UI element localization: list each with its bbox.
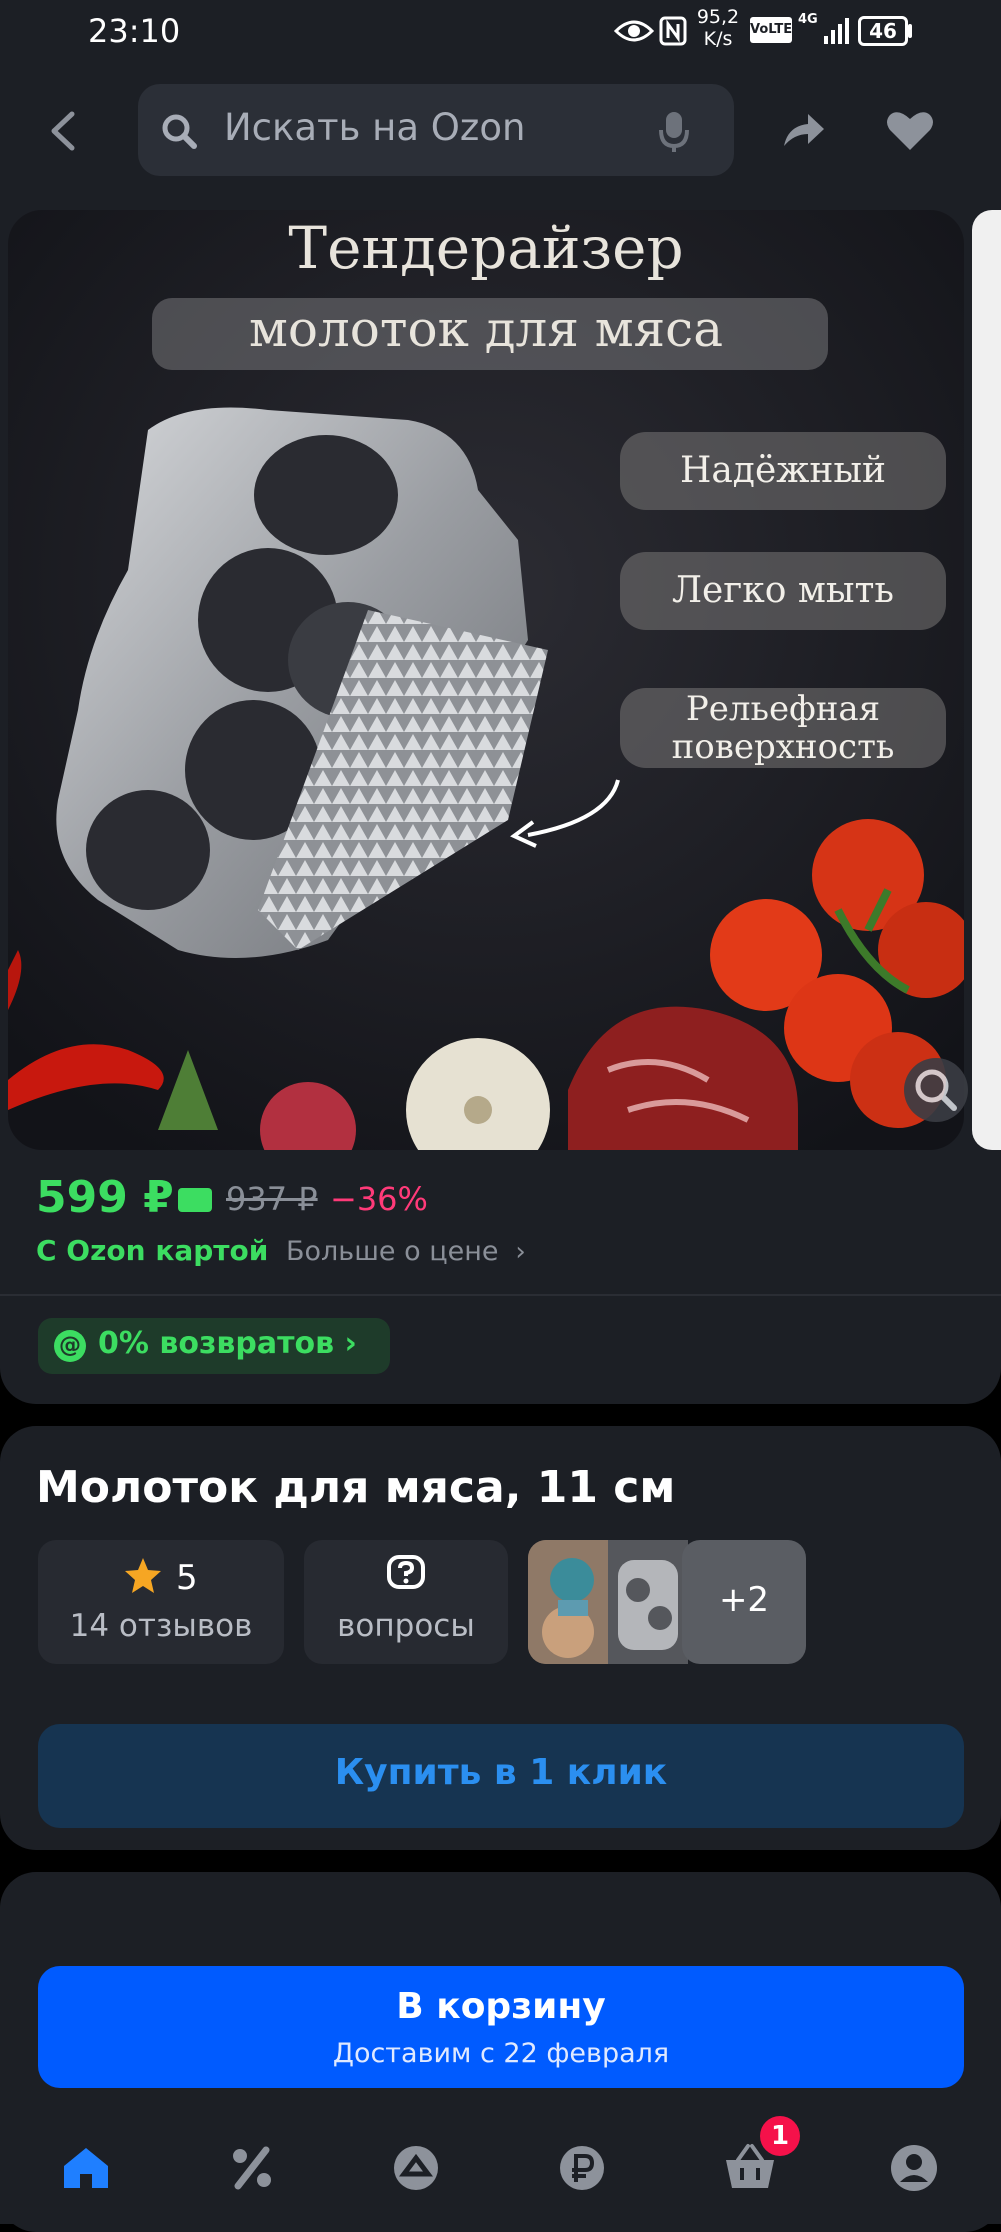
eye-icon — [612, 14, 656, 48]
ruble-icon — [560, 2146, 604, 2190]
net-speed: 95,2 K/s — [696, 6, 740, 50]
image-title: Тендерайзер — [288, 214, 684, 282]
product-main-image[interactable]: Тендерайзер молоток для мяса Надёжный Ле… — [8, 210, 964, 1150]
price-current: 599 ₽ — [36, 1172, 174, 1223]
favorite-button[interactable] — [884, 104, 936, 156]
fresh-icon — [394, 2146, 438, 2190]
price-old: 937 ₽ — [226, 1180, 318, 1218]
ozon-card-label: С Ozon картой — [36, 1234, 269, 1267]
question-icon — [386, 1554, 426, 1598]
home-icon — [64, 2148, 108, 2188]
add-to-cart-label: В корзину — [396, 1986, 606, 2027]
microphone-icon[interactable] — [658, 110, 690, 158]
divider — [0, 1294, 1001, 1296]
profile-icon — [891, 2145, 937, 2191]
battery-icon: 46 — [858, 16, 908, 46]
ozon-card-icon — [178, 1188, 212, 1212]
back-button[interactable] — [42, 106, 88, 156]
heart-icon — [887, 112, 933, 150]
feature-pill-reliable: Надёжный — [620, 432, 946, 510]
percent-circle-icon: @ — [54, 1330, 86, 1362]
more-about-price-label: Больше о цене — [286, 1236, 499, 1267]
share-icon — [784, 114, 824, 146]
more-photos-count: +2 — [718, 1580, 770, 1620]
nav-fresh[interactable] — [388, 2140, 444, 2196]
cart-count-badge: 1 — [760, 2116, 800, 2156]
visual-search-button[interactable] — [904, 1058, 968, 1122]
percent-icon — [233, 2146, 271, 2190]
next-image-peek[interactable] — [972, 210, 1001, 1150]
volte-badge: VoLTE — [750, 17, 792, 43]
network-type: 4G — [798, 12, 818, 27]
star-icon — [124, 1556, 162, 1598]
search-placeholder: Искать на Ozon — [224, 106, 526, 149]
discount-percent: −36% — [330, 1180, 428, 1218]
chevron-right-icon: › — [507, 1237, 526, 1267]
battery-tip — [908, 24, 912, 38]
buy-one-click-label: Купить в 1 клик — [334, 1752, 668, 1793]
status-time: 23:10 — [88, 12, 181, 50]
battery-level: 46 — [869, 19, 897, 43]
nav-home[interactable] — [58, 2140, 114, 2196]
nav-finance[interactable] — [554, 2140, 610, 2196]
feature-relief-line2: поверхность — [671, 727, 895, 767]
chevron-right-icon: › — [334, 1326, 357, 1361]
search-icon — [160, 112, 200, 156]
nav-sales[interactable] — [224, 2140, 280, 2196]
delivery-date: Доставим с 22 февраля — [332, 2038, 670, 2069]
add-to-cart-button[interactable] — [38, 1966, 964, 2088]
feature-pill-relief: Рельефная поверхность — [620, 688, 946, 768]
chevron-left-icon — [51, 111, 75, 151]
nfc-icon — [656, 14, 690, 48]
feature-relief-line1: Рельефная — [685, 689, 881, 729]
feature-pill-easy-wash: Легко мыть — [620, 552, 946, 630]
nav-profile[interactable] — [886, 2140, 942, 2196]
reviews-count: 14 отзывов — [69, 1608, 253, 1644]
image-subtitle: молоток для мяса — [249, 300, 723, 358]
returns-label: 0% возвратов › — [98, 1326, 357, 1361]
review-photo-thumb[interactable] — [528, 1540, 610, 1664]
product-title: Молоток для мяса, 11 см — [36, 1462, 676, 1513]
image-search-icon — [915, 1069, 957, 1111]
more-about-price-link[interactable]: Больше о цене › — [286, 1236, 526, 1267]
share-button[interactable] — [778, 104, 828, 154]
questions-label: вопросы — [337, 1608, 475, 1644]
rating-value: 5 — [176, 1558, 198, 1598]
bottom-navigation — [0, 2100, 1001, 2224]
signal-icon — [820, 14, 854, 48]
review-photo-thumb[interactable] — [608, 1540, 688, 1664]
